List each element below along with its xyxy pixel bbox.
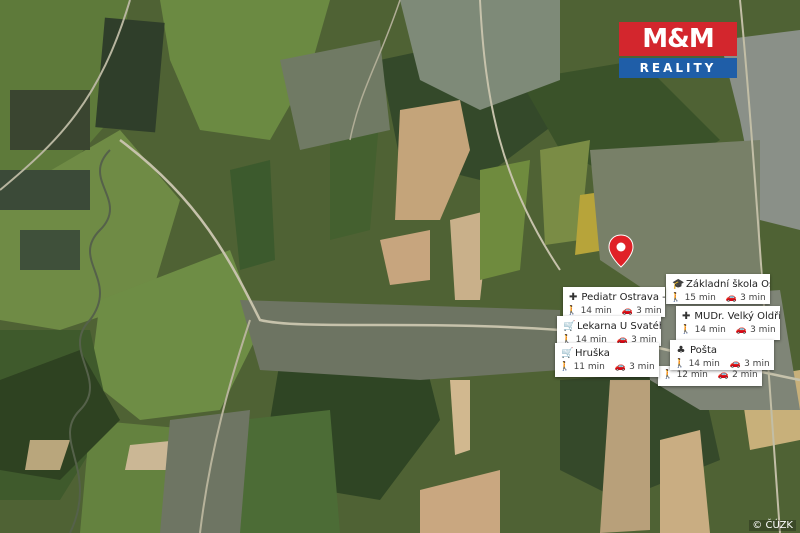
poi-card[interactable]: 🛒Lekarna U Svatéh... 🚶14 min🚗3 min — [557, 316, 661, 346]
walk-icon: 🚶 — [670, 293, 682, 303]
walk-time: 11 min — [573, 362, 605, 372]
logo-bottom-text: REALITY — [619, 58, 737, 78]
walk-time: 14 min — [688, 359, 720, 369]
car-icon: 🚗 — [735, 325, 748, 335]
walk-icon: 🚶 — [662, 370, 674, 380]
walk-time: 15 min — [684, 293, 716, 303]
poi-name: Pediatr Ostrava - ... — [581, 291, 665, 303]
poi-name: Hruška — [575, 347, 610, 359]
walk-icon: 🚶 — [674, 359, 686, 369]
car-icon: 🚗 — [729, 359, 742, 369]
car-time: 3 min — [744, 359, 770, 369]
logo-top-text: M&M — [619, 22, 737, 56]
car-icon: 🚗 — [621, 306, 634, 316]
cart-icon: 🛒 — [561, 347, 574, 359]
car-time: 3 min — [740, 293, 766, 303]
school-icon: 🎓 — [672, 278, 685, 290]
cart-icon: 🛒 — [563, 320, 576, 332]
car-time: 3 min — [750, 325, 776, 335]
car-time: 3 min — [629, 362, 655, 372]
walk-time: 14 min — [580, 306, 612, 316]
poi-name: Lekarna U Svatéh... — [577, 320, 661, 332]
car-time: 3 min — [636, 306, 662, 316]
mm-reality-logo[interactable]: M&M REALITY — [619, 22, 737, 78]
walk-icon: 🚶 — [566, 306, 578, 316]
poi-name: MUDr. Velký Oldři... — [694, 310, 780, 322]
poi-card[interactable]: ✚Pediatr Ostrava - ... 🚶14 min 🚗3 min — [563, 287, 665, 317]
walk-icon: 🚶 — [559, 362, 571, 372]
walk-time: 12 min — [676, 370, 708, 380]
walk-time: 14 min — [694, 325, 726, 335]
walk-icon: 🚶 — [680, 325, 692, 335]
satellite-map-image — [0, 0, 800, 533]
poi-card[interactable]: ♣ Pošta 🚶 14 min 🚗 3 min — [670, 340, 774, 370]
medical-icon: ✚ — [569, 291, 578, 303]
car-time: 2 min — [732, 370, 758, 380]
poi-name: Pošta — [690, 344, 718, 356]
car-icon: 🚗 — [614, 362, 627, 372]
car-icon: 🚗 — [717, 370, 730, 380]
poi-card[interactable]: ✚MUDr. Velký Oldři... 🚶14 min 🚗3 min — [676, 306, 780, 340]
poi-card[interactable]: 🎓Základní škola Os... 🚶15 min 🚗3 min — [666, 274, 770, 304]
location-pin-icon[interactable] — [608, 234, 634, 268]
map-copyright: © ČÚZK — [749, 520, 796, 531]
poi-card[interactable]: 🛒 Hruška 🚶 11 min 🚗 3 min — [555, 343, 659, 377]
post-icon: ♣ — [676, 344, 686, 356]
car-icon: 🚗 — [725, 293, 738, 303]
poi-name: Základní škola Os... — [686, 278, 770, 290]
map-view[interactable]: M&M REALITY 🎓Základní škola Os... 🚶15 mi… — [0, 0, 800, 533]
medical-icon: ✚ — [682, 310, 691, 322]
